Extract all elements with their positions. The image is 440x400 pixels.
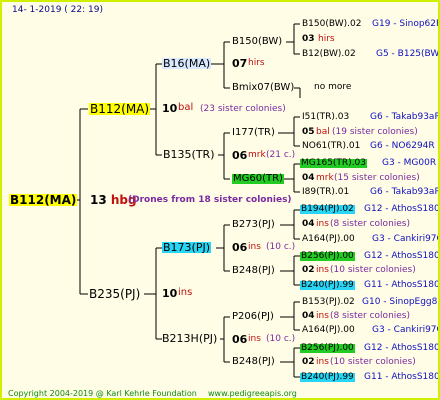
dd-gen-num: 07 <box>232 57 248 70</box>
gen4-sisters: (8 sister colonies) <box>330 311 411 321</box>
root-gen-num: 13 <box>90 193 107 207</box>
sds-queen[interactable]: B248(PJ) <box>232 266 275 276</box>
gen4-num: 03 <box>302 34 315 44</box>
ancestor-left[interactable]: B256(PJ).00 <box>300 344 355 353</box>
sd-queen[interactable]: B173(PJ) <box>162 242 212 253</box>
ss-gen-abbr: ins <box>248 334 261 344</box>
ancestor-right: G11 - AthosS180R <box>364 280 440 290</box>
sd-gen-num: 06 <box>232 241 248 254</box>
ancestor-right: G5 - B125(BW) <box>376 49 440 59</box>
dam-queen[interactable]: B112(MA) <box>89 103 151 115</box>
dd-gen-abbr: hirs <box>248 58 265 68</box>
gen4-abbr: hirs <box>318 34 335 44</box>
dam-gen-num: 10 <box>162 102 178 115</box>
pedigree-chart: 14- 1-2019 ( 22: 19) B112(MA) 13 hbg (Dr… <box>0 0 440 400</box>
gen4-abbr: ins <box>316 357 329 367</box>
ancestor-left[interactable]: B240(PJ).99 <box>300 373 355 382</box>
ancestor-right: G3 - Cankiri97Q <box>372 325 440 335</box>
root-drones-note: (Drones from 18 sister colonies) <box>128 195 292 205</box>
gen4-num: 04 <box>302 311 315 321</box>
dss-queen[interactable]: MG60(TR) <box>232 174 284 184</box>
gen4-abbr: ins <box>316 265 329 275</box>
footer-site-link[interactable]: www.pedigreeapis.org <box>208 390 297 398</box>
ancestor-right: G12 - AthosS180R <box>364 343 440 353</box>
ancestor-right: G6 - NO6294R <box>370 141 435 151</box>
gen4-num: 04 <box>302 173 315 183</box>
sd-sisters: (10 c.) <box>266 242 296 252</box>
ancestor-left[interactable]: MG165(TR).03 <box>300 159 368 168</box>
ancestor-right: G6 - Takab93aR <box>370 187 440 197</box>
gen4-num: 02 <box>302 357 315 367</box>
ssd-queen[interactable]: P206(PJ) <box>232 312 274 322</box>
ancestor-left[interactable]: B150(BW).02 <box>302 20 361 29</box>
dds-queen[interactable]: Bmix07(BW) <box>232 83 294 93</box>
ds-gen-abbr: mrk <box>248 150 266 160</box>
ancestor-right: G12 - AthosS180R <box>364 204 440 214</box>
sire-gen-num: 10 <box>162 287 178 300</box>
no-more-label: no more <box>314 82 352 92</box>
ancestor-right: G6 - Takab93aR <box>370 112 440 122</box>
ss-sisters: (10 c.) <box>266 334 296 344</box>
ancestor-left[interactable]: B240(PJ).99 <box>300 281 355 290</box>
gen4-abbr: ins <box>316 311 329 321</box>
sdd-queen[interactable]: B273(PJ) <box>232 220 275 230</box>
gen4-sisters: (10 sister colonies) <box>330 265 416 275</box>
dd-queen[interactable]: B16(MA) <box>162 58 212 69</box>
footer-copyright: Copyright 2004-2019 @ Karl Kehrle Founda… <box>8 389 197 398</box>
gen4-num: 04 <box>302 219 315 229</box>
gen4-abbr: bal <box>316 127 330 137</box>
gen4-abbr: mrk <box>316 173 334 183</box>
ancestor-right: G3 - MG00R <box>382 158 437 168</box>
sire-queen[interactable]: B235(PJ) <box>89 288 140 300</box>
ancestor-right: G12 - AthosS180R <box>364 251 440 261</box>
date-header: 14- 1-2019 ( 22: 19) <box>12 5 103 15</box>
gen4-sisters: (10 sister colonies) <box>330 357 416 367</box>
ddd-queen[interactable]: B150(BW) <box>232 37 282 47</box>
ancestor-right: G11 - AthosS180R <box>364 372 440 382</box>
ancestor-left[interactable]: B153(PJ).02 <box>302 298 355 307</box>
ss-gen-num: 06 <box>232 333 248 346</box>
gen4-abbr: ins <box>316 219 329 229</box>
gen4-num: 05 <box>302 127 315 137</box>
gen4-num: 02 <box>302 265 315 275</box>
ancestor-left[interactable]: B12(BW).02 <box>302 50 356 59</box>
ds-gen-num: 06 <box>232 149 248 162</box>
sd-gen-abbr: ins <box>248 242 261 252</box>
ancestor-right: G10 - SinopEgg86R <box>362 297 438 307</box>
ancestor-left[interactable]: A164(PJ).00 <box>302 235 355 244</box>
ancestor-left[interactable]: I51(TR).03 <box>302 113 349 122</box>
dam-gen-abbr: bal <box>178 102 194 113</box>
ds-sisters: (21 c.) <box>266 150 296 160</box>
ancestor-left[interactable]: NO61(TR).01 <box>302 142 360 151</box>
gen4-sisters: (15 sister colonies) <box>334 173 420 183</box>
gen4-sisters: (19 sister colonies) <box>332 127 418 137</box>
ss-queen[interactable]: B213H(PJ) <box>162 333 217 344</box>
dam-sisters: (23 sister colonies) <box>200 104 286 114</box>
ancestor-right: G3 - Cankiri97Q <box>372 234 440 244</box>
ancestor-left[interactable]: I89(TR).01 <box>302 188 349 197</box>
gen4-sisters: (8 sister colonies) <box>330 219 411 229</box>
ancestor-left[interactable]: B194(PJ).02 <box>300 205 355 214</box>
root-queen[interactable]: B112(MA) <box>9 194 78 206</box>
ancestor-left[interactable]: B256(PJ).00 <box>300 252 355 261</box>
ds-queen[interactable]: B135(TR) <box>163 149 215 160</box>
sss-queen[interactable]: B248(PJ) <box>232 357 275 367</box>
ancestor-left[interactable]: A164(PJ).00 <box>302 326 355 335</box>
dsd-queen[interactable]: I177(TR) <box>232 128 275 138</box>
sire-gen-abbr: ins <box>178 287 193 298</box>
ancestor-right: G19 - Sinop62R <box>372 19 440 29</box>
